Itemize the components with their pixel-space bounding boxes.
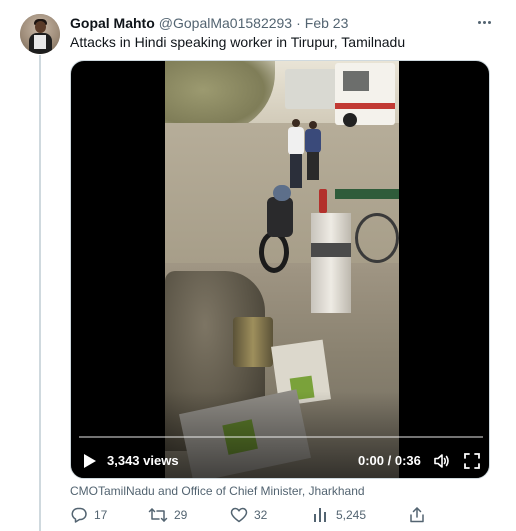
- author-name[interactable]: Gopal Mahto: [70, 15, 155, 31]
- analytics-count: 5,245: [336, 508, 367, 522]
- retweet-icon: [148, 506, 168, 524]
- more-options-icon[interactable]: [474, 12, 494, 32]
- separator-dot: ·: [296, 15, 301, 31]
- volume-icon[interactable]: [433, 452, 451, 470]
- retweet-count: 29: [174, 508, 188, 522]
- video-player[interactable]: 3,343 views 0:00 / 0:36: [70, 60, 490, 479]
- tweet-date[interactable]: Feb 23: [305, 15, 349, 31]
- share-button[interactable]: [408, 505, 426, 525]
- thread-line: [39, 55, 41, 531]
- reply-icon: [70, 506, 88, 524]
- like-button[interactable]: 32: [230, 505, 267, 525]
- fullscreen-icon[interactable]: [463, 452, 481, 470]
- analytics-icon: [312, 506, 330, 524]
- like-count: 32: [254, 508, 268, 522]
- reply-button[interactable]: 17: [70, 505, 107, 525]
- tweet-actions: 17 29 32 5,245: [70, 505, 490, 525]
- video-time: 0:00 / 0:36: [358, 453, 421, 468]
- retweet-button[interactable]: 29: [148, 505, 187, 525]
- tweet-text: Attacks in Hindi speaking worker in Tiru…: [70, 34, 406, 50]
- share-icon: [408, 506, 426, 524]
- video-views: 3,343 views: [107, 453, 179, 468]
- tagged-users[interactable]: CMOTamilNadu and Office of Chief Ministe…: [70, 484, 365, 498]
- tweet-header: Gopal Mahto @GopalMa01582293 · Feb 23: [70, 13, 348, 33]
- heart-icon: [230, 506, 248, 524]
- reply-count: 17: [94, 508, 108, 522]
- author-handle[interactable]: @GopalMa01582293: [159, 15, 292, 31]
- avatar[interactable]: [20, 14, 60, 54]
- analytics-button[interactable]: 5,245: [312, 505, 366, 525]
- video-progress-bar[interactable]: [79, 436, 483, 438]
- play-icon[interactable]: [83, 453, 97, 469]
